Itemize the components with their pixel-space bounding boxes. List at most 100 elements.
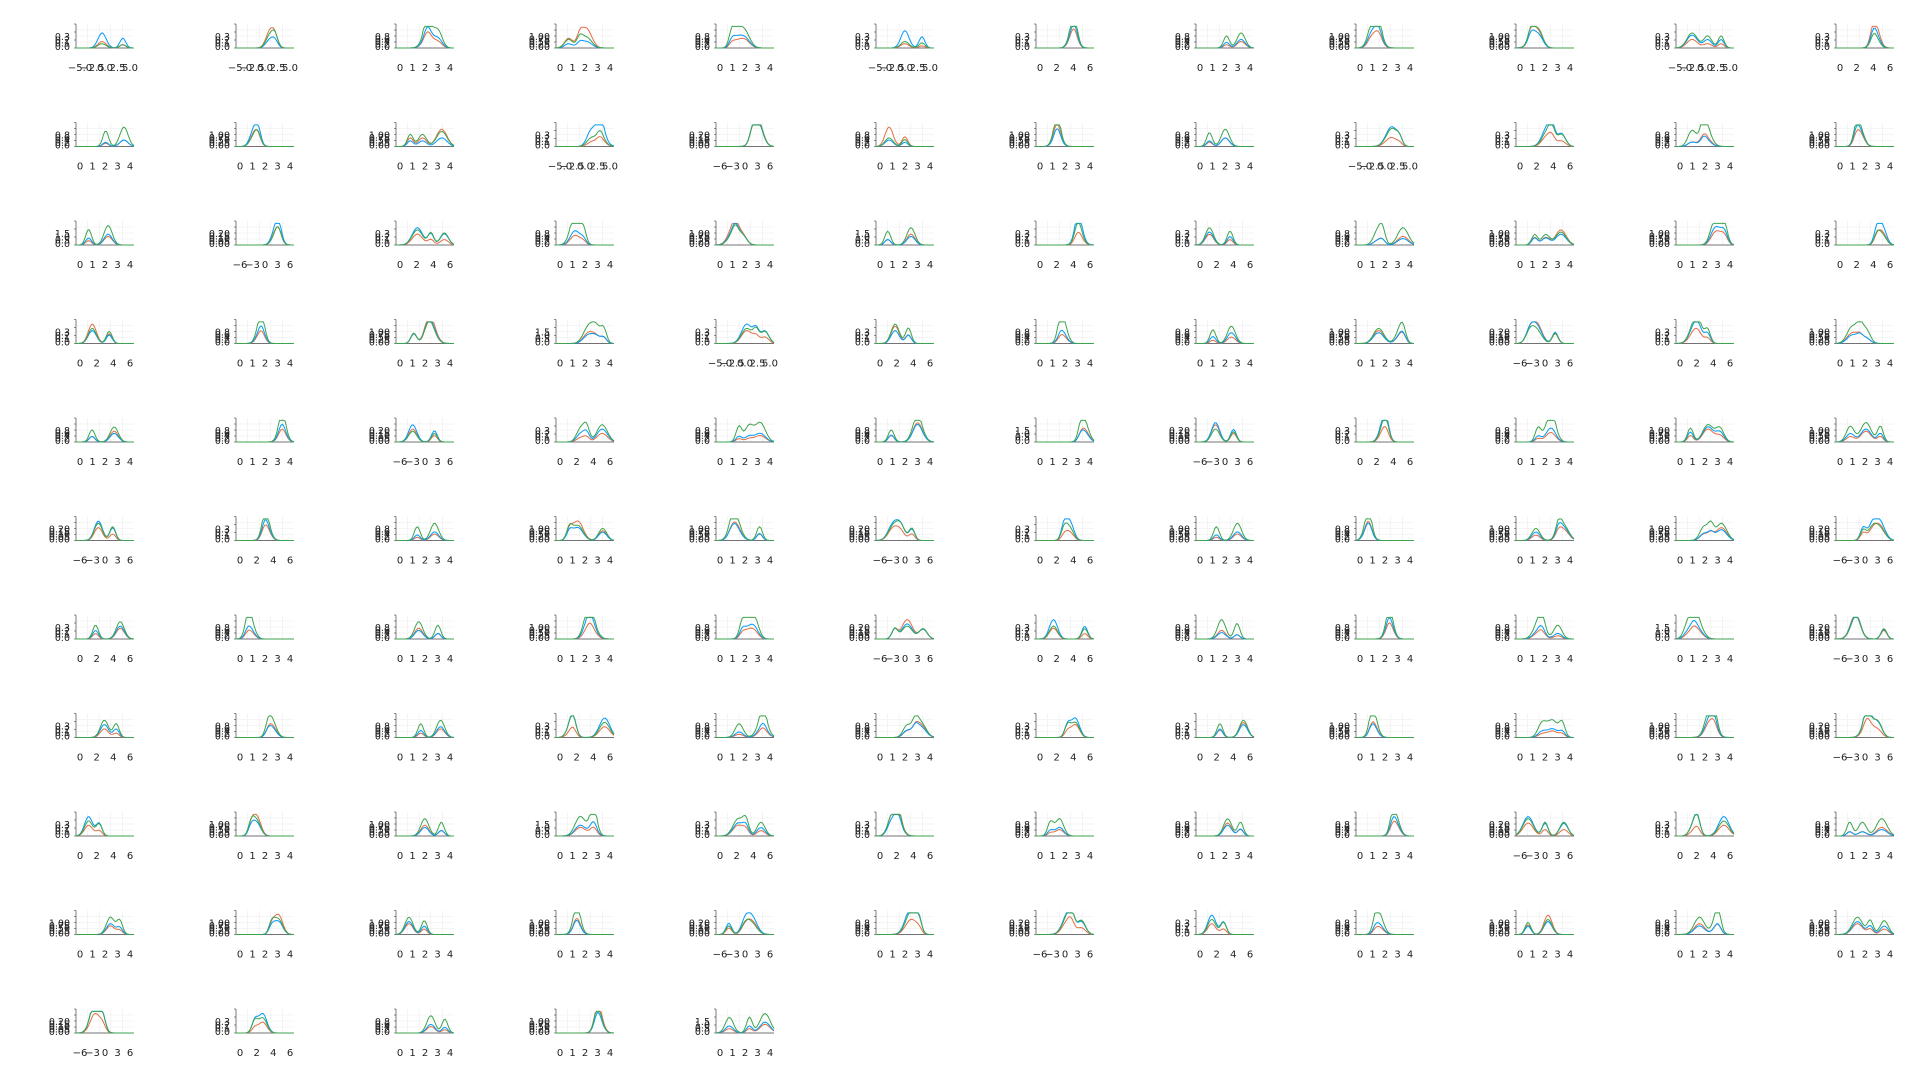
series-line	[236, 26, 294, 49]
x-tick-label: 3	[1874, 851, 1880, 862]
x-tick-label: 0	[397, 1048, 403, 1059]
x-tick-label: 4	[1407, 753, 1413, 764]
y-tick-label: 1.00	[1809, 327, 1830, 338]
y-tick-label: 0.3	[855, 327, 870, 338]
x-tick-label: 0	[1197, 753, 1203, 764]
y-tick-label: 0.20	[1489, 820, 1510, 831]
x-tick-label: 4	[1727, 753, 1733, 764]
x-tick-label: 0	[77, 162, 83, 173]
x-tick-label: 1	[569, 63, 575, 74]
x-tick-label: 0	[397, 260, 403, 271]
series-line	[875, 126, 934, 147]
subplot-panel: 0.000.050.100.150.20−6−3 0 3 6	[1009, 910, 1095, 961]
y-tick-label: 0.8	[215, 721, 230, 732]
y-tick-label: 0.8	[215, 426, 230, 437]
series-line	[1196, 424, 1254, 443]
y-tick-label: 0.8	[1655, 918, 1670, 929]
x-tick-label: 6	[1407, 457, 1413, 468]
subplot-panel: 0.00.10.20.30 2 4 6	[1175, 713, 1255, 764]
x-tick-label: 4	[447, 753, 453, 764]
y-tick-label: 0.8	[855, 721, 870, 732]
subplot-panel: 0.00.20.40.60.80 1 2 3 4	[375, 713, 455, 764]
subplot-panel: 0.00.20.40.60.80 1 2 3 4	[1655, 122, 1734, 173]
series-line	[1516, 918, 1574, 935]
x-tick-label: 2	[1862, 457, 1868, 468]
subplot-panel: 0.00.20.40.60.80 1 2 3 4	[1495, 614, 1574, 665]
x-tick-label: 0	[717, 851, 723, 862]
x-tick-label: 0	[262, 260, 268, 271]
x-tick-label: −3	[725, 950, 740, 961]
series-line	[1195, 227, 1254, 246]
x-tick-label: 2	[1542, 556, 1548, 567]
series-line	[556, 826, 614, 837]
series-line	[236, 330, 294, 344]
x-tick-label: 1	[1369, 63, 1375, 74]
x-tick-label: 6	[127, 753, 133, 764]
y-tick-label: 1.00	[529, 524, 550, 535]
x-tick-label: 3	[1394, 654, 1400, 665]
x-tick-label: 4	[1727, 162, 1733, 173]
y-tick-label: 1.00	[529, 623, 550, 634]
x-tick-label: 4	[767, 260, 773, 271]
x-tick-label: 2	[422, 63, 428, 74]
x-tick-label: 6	[607, 457, 613, 468]
x-tick-label: 0	[397, 162, 403, 173]
x-tick-label: 2	[102, 457, 108, 468]
x-tick-label: 0	[1677, 851, 1683, 862]
y-tick-label: 0.20	[1169, 426, 1190, 437]
x-tick-label: 0	[1677, 556, 1683, 567]
x-tick-label: 4	[1567, 950, 1573, 961]
y-tick-label: 1.00	[1809, 130, 1830, 141]
x-tick-label: 3	[1714, 260, 1720, 271]
subplot-panel: 0.000.250.500.751.000 1 2 3 4	[369, 319, 454, 370]
series-line	[716, 326, 775, 344]
x-tick-label: 0	[1197, 556, 1203, 567]
x-tick-label: 4	[1247, 851, 1253, 862]
subplot-panel: 0.00.20.40.60.80 1 2 3 4	[1175, 614, 1254, 665]
x-tick-label: 1	[1049, 162, 1055, 173]
subplot-panel: 0.000.250.500.751.000 1 2 3 4	[1329, 713, 1414, 764]
subplot-panel: 0.00.10.20.3−5.0−2.50.02.55.0	[1335, 122, 1418, 173]
subplot-panel: 0.000.250.500.751.000 1 2 3 4	[529, 910, 614, 961]
x-tick-label: 4	[127, 260, 133, 271]
subplot-panel: 0.000.250.500.751.000 1 2 3 4	[1009, 122, 1094, 173]
x-tick-label: 4	[447, 359, 453, 370]
series-line	[876, 625, 935, 640]
x-tick-label: 1	[1049, 851, 1055, 862]
x-tick-label: 4	[1407, 950, 1413, 961]
x-tick-label: 0	[557, 359, 563, 370]
small-multiples-grid: 0.00.10.20.3−5.0−2.50.02.55.0 0.00.10.20.…	[49, 23, 1895, 1059]
x-tick-label: 0	[717, 1048, 723, 1059]
x-tick-label: 2	[902, 950, 908, 961]
series-line	[396, 25, 454, 49]
series-line	[876, 623, 935, 640]
x-tick-label: 1	[1369, 950, 1375, 961]
x-tick-label: 3	[274, 753, 280, 764]
x-tick-label: 1	[1209, 851, 1215, 862]
x-tick-label: 0	[1862, 654, 1868, 665]
series-line	[716, 518, 774, 541]
y-tick-label: 0.8	[695, 623, 710, 634]
subplot-panel: 0.00.20.40.60.80 1 2 3 4	[375, 1008, 455, 1059]
x-tick-label: 2	[262, 654, 268, 665]
y-tick-label: 0.8	[1335, 229, 1350, 240]
series-line	[1196, 422, 1254, 443]
subplot-panel: 0.00.10.20.30 2 4 6	[1495, 122, 1575, 173]
x-tick-label: 2	[742, 654, 748, 665]
y-tick-label: 0.3	[1335, 130, 1350, 141]
x-tick-label: 0	[1517, 753, 1523, 764]
x-tick-label: 0	[1837, 260, 1843, 271]
series-line	[1356, 127, 1414, 147]
series-line	[1516, 419, 1574, 443]
series-line	[396, 321, 454, 344]
x-tick-label: 1	[729, 63, 735, 74]
x-tick-label: 3	[114, 950, 120, 961]
x-tick-label: 4	[750, 851, 756, 862]
x-tick-label: 3	[914, 556, 920, 567]
x-tick-label: 1	[1849, 457, 1855, 468]
subplot-panel: 0.00.20.40.60.80 1 2 3 4	[215, 713, 294, 764]
x-tick-label: 3	[594, 260, 600, 271]
subplot-panel: 0.00.10.20.30 2 4 6	[1815, 220, 1895, 271]
y-tick-label: 0.8	[375, 1017, 390, 1028]
subplot-panel: 0.00.10.20.30 2 4 6	[535, 417, 615, 468]
